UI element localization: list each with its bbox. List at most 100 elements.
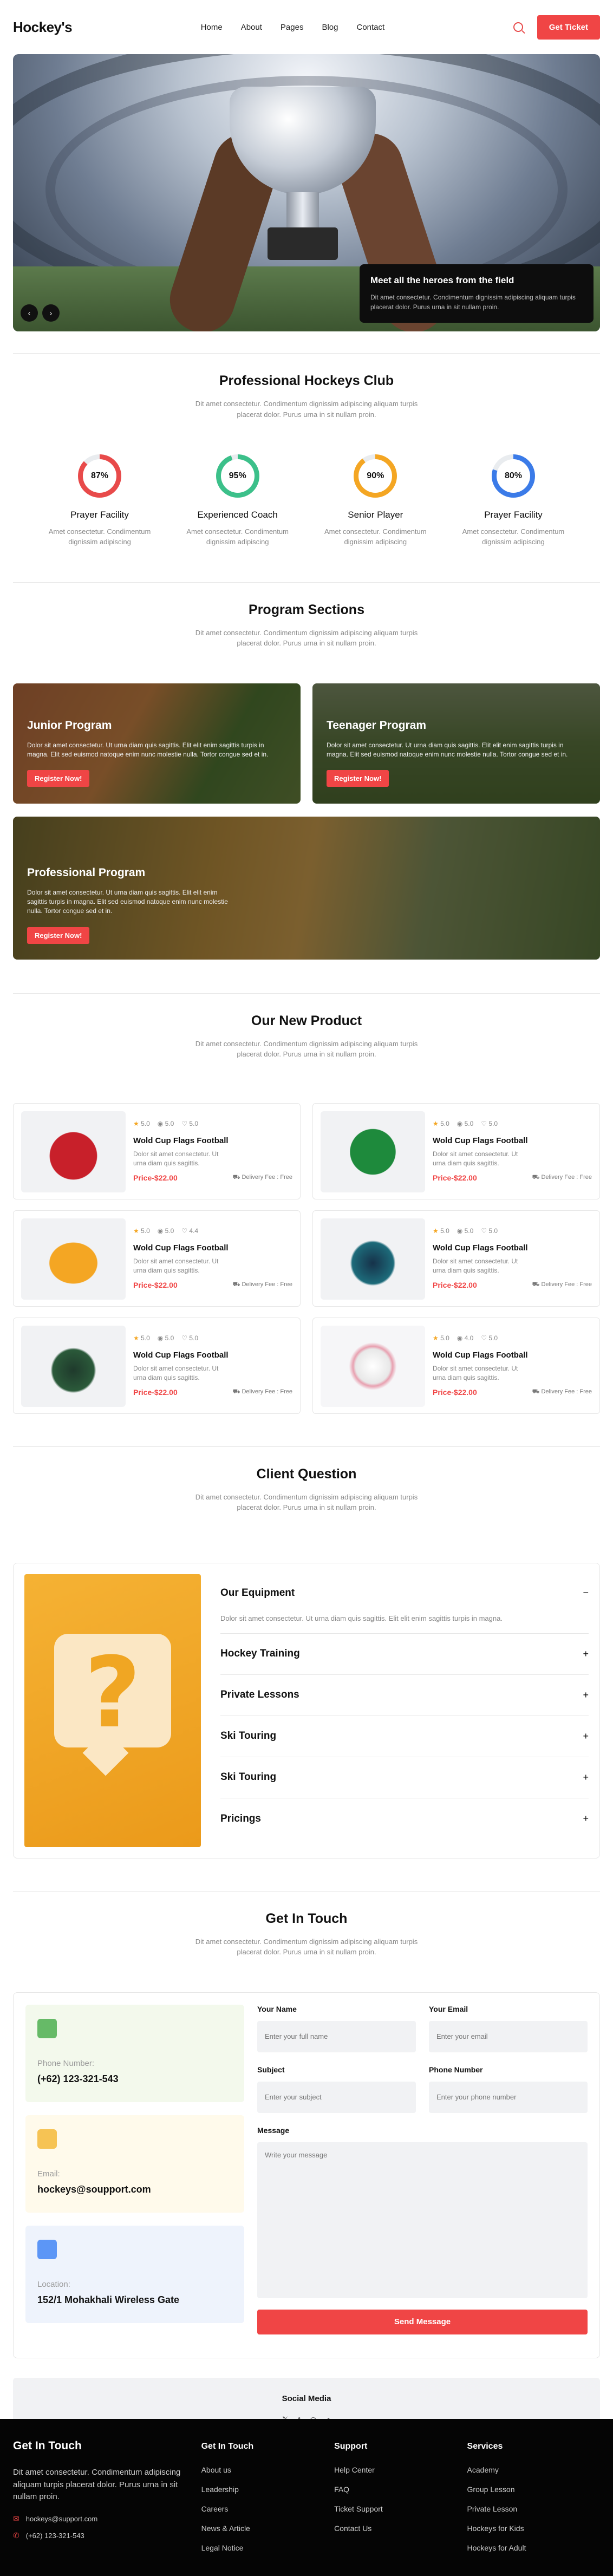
footer-link[interactable]: Careers — [201, 2505, 334, 2513]
likes[interactable]: ♡ 5.0 — [181, 1334, 198, 1342]
footer-phone-text[interactable]: (+62) 123-321-543 — [26, 2532, 84, 2540]
plus-icon[interactable]: + — [583, 1813, 589, 1824]
plus-icon[interactable]: + — [583, 1648, 589, 1660]
faq-item[interactable]: Pricings + — [220, 1798, 589, 1840]
nav-link-blog[interactable]: Blog — [322, 23, 338, 32]
nav-link-pages[interactable]: Pages — [281, 23, 304, 32]
cap-icon[interactable] — [21, 1218, 126, 1300]
subject-input[interactable] — [257, 2081, 416, 2113]
heart-icon[interactable]: ♡ — [481, 1334, 487, 1342]
faq-item-open[interactable]: Our Equipment − Dolor sit amet consectetu… — [220, 1577, 589, 1634]
heart-icon[interactable]: ♡ — [481, 1120, 487, 1127]
footer-link[interactable]: Legal Notice — [201, 2544, 334, 2552]
product-card[interactable]: ★ 5.0 ◉ 5.0 ♡ 5.0 Wold Cup Flags Footbal… — [13, 1103, 301, 1199]
contact-label: Location: — [37, 2279, 70, 2289]
product-name[interactable]: Wold Cup Flags Football — [433, 1243, 592, 1253]
heart-icon[interactable]: ♡ — [181, 1120, 187, 1127]
faq-question[interactable]: Our Equipment — [220, 1587, 295, 1599]
faq-question: Pricings — [220, 1812, 261, 1824]
card-content: Teenager Program Dolor sit amet consecte… — [327, 719, 578, 787]
footer-link[interactable]: Help Center — [334, 2466, 467, 2474]
register-button[interactable]: Register Now! — [327, 770, 389, 787]
register-button[interactable]: Register Now! — [27, 927, 90, 944]
likes-value: 5.0 — [488, 1119, 498, 1127]
product-meta: ★ 5.0 ◉ 5.0 ♡ 5.0 — [433, 1227, 592, 1235]
plus-icon[interactable]: + — [583, 1772, 589, 1783]
faq-box: ? Our Equipment − Dolor sit amet consecte… — [13, 1562, 600, 1858]
views-value: 5.0 — [165, 1119, 174, 1127]
product-name[interactable]: Wold Cup Flags Football — [133, 1136, 292, 1145]
next-arrow-icon[interactable]: › — [42, 304, 60, 322]
product-name[interactable]: Wold Cup Flags Football — [433, 1351, 592, 1360]
name-input[interactable] — [257, 2020, 416, 2052]
mail-icon — [37, 2129, 57, 2149]
footer-email[interactable]: ✉ hockeys@support.com — [13, 2514, 201, 2523]
nav-link-about[interactable]: About — [241, 23, 262, 32]
likes[interactable]: ♡ 5.0 — [481, 1227, 498, 1235]
footer-link[interactable]: FAQ — [334, 2485, 467, 2494]
contact-value[interactable]: (+62) 123-321-543 — [37, 2073, 232, 2085]
plus-icon[interactable]: + — [583, 1731, 589, 1742]
program-text: Dolor sit amet consectetur. Ut urna diam… — [327, 741, 568, 759]
product-card[interactable]: ★ 5.0 ◉ 5.0 ♡ 5.0 Wold Cup Flags Footbal… — [13, 1317, 301, 1414]
logo[interactable]: Hockey's — [13, 19, 73, 36]
footer-link[interactable]: Academy — [467, 2466, 600, 2474]
footer-link[interactable]: Ticket Support — [334, 2505, 467, 2513]
product-card[interactable]: ★ 5.0 ◉ 4.0 ♡ 5.0 Wold Cup Flags Footbal… — [312, 1317, 600, 1414]
jacket-icon[interactable] — [21, 1111, 126, 1192]
footer-link[interactable]: Hockeys for Kids — [467, 2524, 600, 2533]
register-button[interactable]: Register Now! — [27, 770, 90, 787]
footer-link[interactable]: News & Article — [201, 2524, 334, 2533]
footer-link[interactable]: Private Lesson — [467, 2505, 600, 2513]
form-field: Message — [257, 2126, 588, 2301]
product-desc: Dolor sit amet consectetur. Ut urna diam… — [133, 1150, 219, 1168]
product-card[interactable]: ★ 5.0 ◉ 5.0 ♡ 5.0 Wold Cup Flags Footbal… — [312, 1103, 600, 1199]
contact-value[interactable]: hockeys@soupport.com — [37, 2184, 232, 2195]
footer-link[interactable]: Leadership — [201, 2485, 334, 2494]
nav-link-contact[interactable]: Contact — [356, 23, 384, 32]
likes[interactable]: ♡ 5.0 — [181, 1120, 198, 1127]
heart-icon[interactable]: ♡ — [181, 1227, 187, 1235]
nav-link-home[interactable]: Home — [201, 23, 223, 32]
likes[interactable]: ♡ 5.0 — [481, 1334, 498, 1342]
phone-input[interactable] — [429, 2081, 588, 2113]
prev-arrow-icon[interactable]: ‹ — [21, 304, 38, 322]
helmet-icon[interactable] — [21, 1325, 126, 1407]
faq-item[interactable]: Hockey Training + — [220, 1634, 589, 1675]
email-input[interactable] — [429, 2020, 588, 2052]
soccer-ball-icon[interactable] — [321, 1325, 425, 1407]
faq-item[interactable]: Ski Touring + — [220, 1716, 589, 1757]
jersey-icon[interactable] — [321, 1218, 425, 1300]
get-ticket-button[interactable]: Get Ticket — [537, 15, 600, 40]
delivery-info: ⛟ Delivery Fee : Free — [532, 1281, 592, 1289]
product-card[interactable]: ★ 5.0 ◉ 5.0 ♡ 4.4 Wold Cup Flags Footbal… — [13, 1210, 301, 1307]
footer-email-text[interactable]: hockeys@support.com — [26, 2515, 97, 2523]
product-name[interactable]: Wold Cup Flags Football — [133, 1351, 292, 1360]
likes[interactable]: ♡ 5.0 — [481, 1120, 498, 1127]
likes[interactable]: ♡ 4.4 — [181, 1227, 198, 1235]
faq-item[interactable]: Ski Touring + — [220, 1757, 589, 1798]
plus-icon[interactable]: + — [583, 1690, 589, 1701]
heart-icon[interactable]: ♡ — [181, 1334, 187, 1342]
ball-icon[interactable] — [321, 1111, 425, 1192]
footer-link[interactable]: Group Lesson — [467, 2485, 600, 2494]
footer-link[interactable]: Contact Us — [334, 2524, 467, 2533]
message-textarea[interactable] — [257, 2142, 588, 2298]
product-name[interactable]: Wold Cup Flags Football — [433, 1136, 592, 1145]
rating: ★ 5.0 — [433, 1227, 449, 1235]
faq-item[interactable]: Private Lessons + — [220, 1675, 589, 1716]
heart-icon[interactable]: ♡ — [481, 1227, 487, 1235]
footer-phone[interactable]: ✆ (+62) 123-321-543 — [13, 2531, 201, 2540]
location-pin-icon — [37, 2239, 57, 2259]
minus-icon[interactable]: − — [583, 1587, 589, 1599]
product-name[interactable]: Wold Cup Flags Football — [133, 1243, 292, 1253]
product-card[interactable]: ★ 5.0 ◉ 5.0 ♡ 5.0 Wold Cup Flags Footbal… — [312, 1210, 600, 1307]
contact-form: Your Name Your Email Subject Phone Numbe… — [257, 2005, 588, 2346]
hero-caption-card: Meet all the heroes from the field Dit a… — [360, 264, 594, 323]
footer-link[interactable]: About us — [201, 2466, 334, 2474]
send-message-button[interactable]: Send Message — [257, 2309, 588, 2334]
contact-box: Phone Number: (+62) 123-321-543 Email: h… — [13, 1992, 600, 2358]
search-icon[interactable] — [513, 22, 523, 32]
social-title: Social Media — [282, 2394, 331, 2403]
footer-link[interactable]: Hockeys for Adult — [467, 2544, 600, 2552]
